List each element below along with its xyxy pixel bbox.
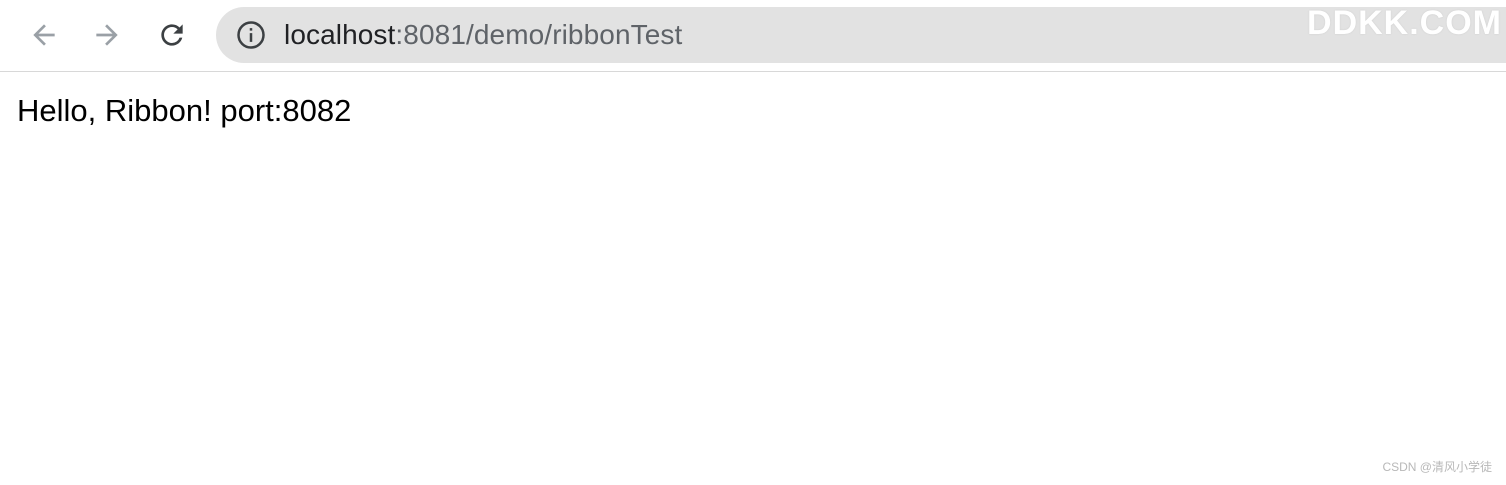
site-info-button[interactable] <box>236 20 266 50</box>
forward-button[interactable] <box>87 15 127 55</box>
arrow-right-icon <box>96 24 118 46</box>
back-button[interactable] <box>24 15 64 55</box>
info-circle-icon <box>237 21 265 49</box>
reload-button[interactable] <box>152 15 192 55</box>
watermark-credit: CSDN @清风小学徒 <box>1382 460 1492 474</box>
browser-toolbar: localhost:8081/demo/ribbonTest DDKK.COM <box>0 0 1506 72</box>
url-text[interactable]: localhost:8081/demo/ribbonTest <box>284 17 682 53</box>
page-body-text: Hello, Ribbon! port:8082 <box>17 93 352 128</box>
url-path: :8081/demo/ribbonTest <box>395 19 683 50</box>
arrow-left-icon <box>33 24 55 46</box>
url-host: localhost <box>284 19 396 50</box>
reload-icon <box>161 24 183 46</box>
watermark-logo: DDKK.COM <box>1307 4 1502 42</box>
